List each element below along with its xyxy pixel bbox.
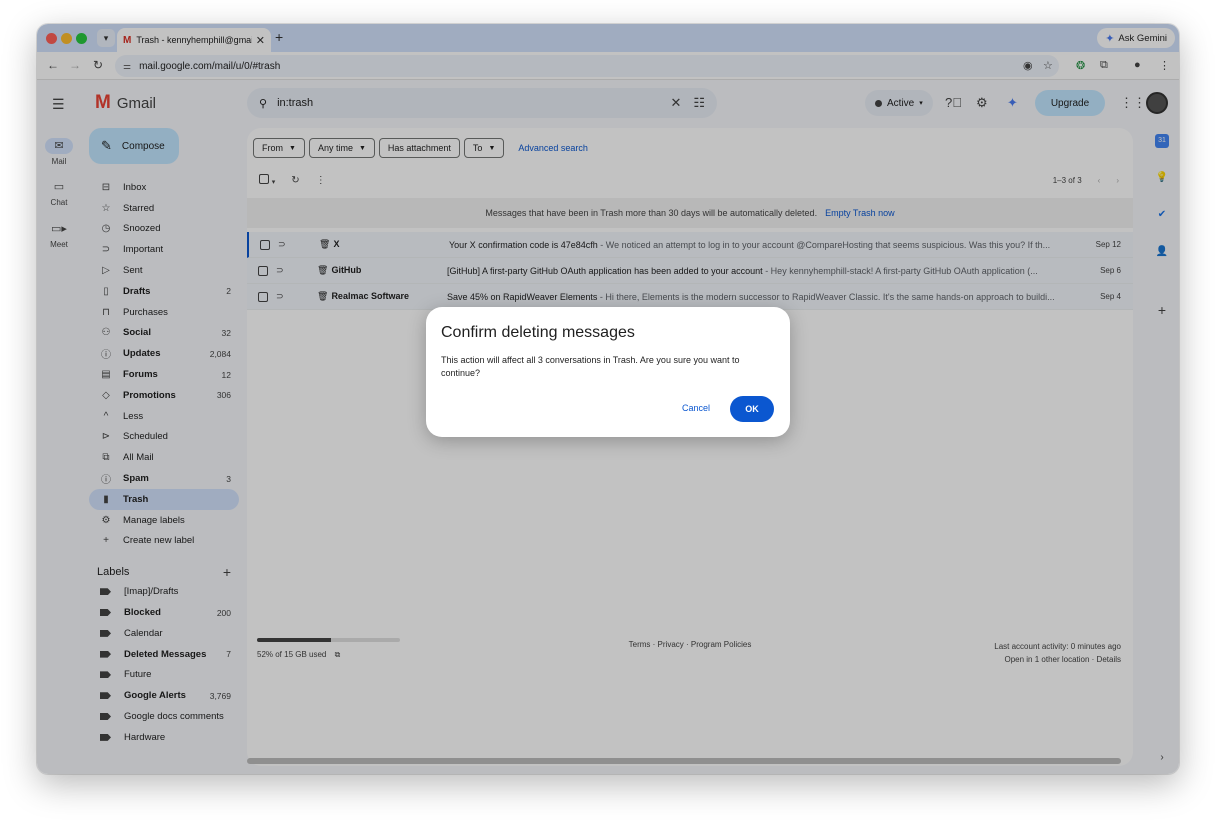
cancel-button[interactable]: Cancel xyxy=(682,403,710,413)
confirm-delete-dialog: Confirm deleting messages This action wi… xyxy=(426,307,790,437)
browser-window: ▾ M Trash - kennyhemphill@gmail ✕ + ✦ As… xyxy=(37,24,1179,774)
ok-button[interactable]: OK xyxy=(730,396,774,422)
dialog-title: Confirm deleting messages xyxy=(441,324,635,341)
dialog-message: This action will affect all 3 conversati… xyxy=(441,355,740,378)
